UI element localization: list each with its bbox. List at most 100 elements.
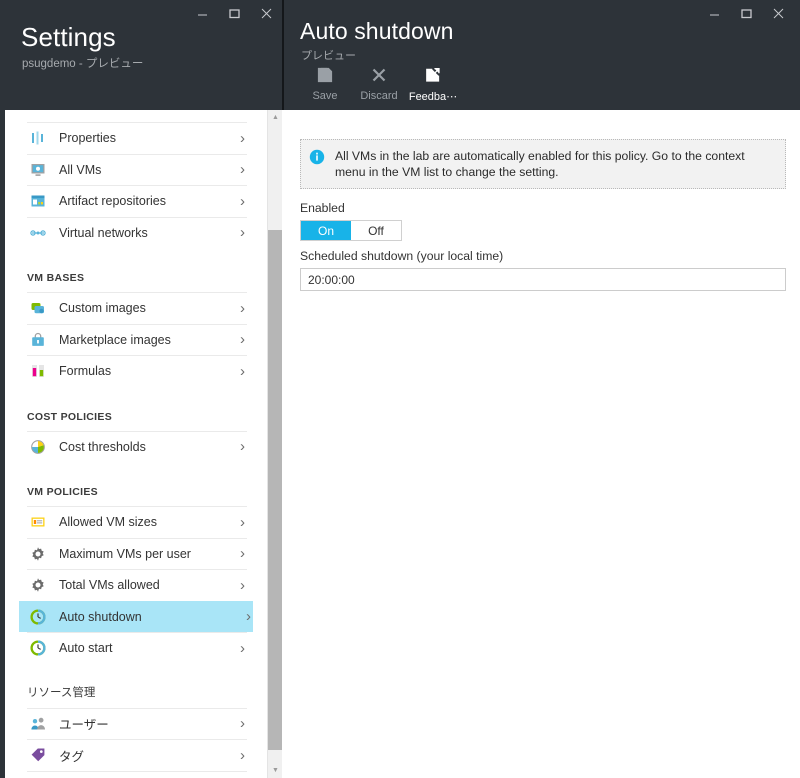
gear-icon <box>27 576 49 594</box>
sidebar-item-label: ユーザー <box>59 718 109 733</box>
chevron-right-icon: › <box>240 513 245 531</box>
menu-section-header: VM BASES <box>27 272 85 284</box>
maximize-button[interactable] <box>218 0 250 26</box>
minimize-button[interactable] <box>186 0 218 26</box>
chevron-right-icon: › <box>240 438 245 456</box>
chevron-right-icon: › <box>240 576 245 594</box>
maximize-icon <box>740 8 752 18</box>
chevron-right-icon: › <box>246 608 251 626</box>
enabled-label: Enabled <box>300 201 345 215</box>
toggle-option-off[interactable]: Off <box>351 221 401 240</box>
sidebar-item-maximum-vms-per-user[interactable]: Maximum VMs per user › <box>27 537 247 570</box>
blade-divider <box>282 0 284 110</box>
minimize-button-right[interactable] <box>698 0 730 26</box>
feedback-button[interactable]: Feedba⋯ <box>406 62 460 103</box>
sidebar-item-label: Auto start <box>59 641 113 656</box>
menu-section-header: VM POLICIES <box>27 486 98 498</box>
settings-window-controls <box>186 0 282 26</box>
marketplace-icon <box>27 331 49 349</box>
close-button-right[interactable] <box>762 0 794 26</box>
close-icon <box>261 8 271 18</box>
menu-section-header: リソース管理 <box>27 686 96 699</box>
discard-button[interactable]: Discard <box>352 62 406 103</box>
chevron-right-icon: › <box>240 299 245 317</box>
custom-images-icon <box>27 299 49 317</box>
minimize-icon <box>709 14 719 15</box>
sidebar-item-total-vms-allowed[interactable]: Total VMs allowed › <box>27 569 247 601</box>
cost-threshold-icon <box>27 438 49 456</box>
chevron-right-icon: › <box>240 224 245 242</box>
scroll-up-icon[interactable]: ▲ <box>268 110 283 125</box>
formulas-icon <box>27 362 49 380</box>
scrollbar-thumb[interactable] <box>268 230 283 750</box>
sidebar-item-auto-start[interactable]: Auto start › <box>27 632 247 664</box>
enabled-toggle[interactable]: On Off <box>300 220 402 241</box>
virtual-network-icon <box>27 224 49 242</box>
users-icon <box>27 715 49 733</box>
discard-icon <box>371 64 387 86</box>
settings-subtitle: psugdemo - プレビュー <box>22 58 144 70</box>
chevron-right-icon: › <box>240 746 245 764</box>
app-window: Settings psugdemo - プレビュー Auto shutdown … <box>0 0 800 778</box>
sidebar-item-cost-thresholds[interactable]: Cost thresholds › <box>27 430 247 463</box>
close-button[interactable] <box>250 0 282 26</box>
feedback-icon <box>425 64 441 86</box>
save-label: Save <box>312 90 338 102</box>
sidebar-item-label: タグ <box>59 749 85 764</box>
allowed-vm-sizes-icon <box>27 513 49 531</box>
info-banner-text: All VMs in the lab are automatically ena… <box>335 149 745 179</box>
chevron-right-icon: › <box>240 362 245 380</box>
chevron-right-icon: › <box>240 639 245 657</box>
sidebar-item-label: Auto shutdown <box>59 609 142 624</box>
scroll-down-icon[interactable]: ▼ <box>268 763 283 778</box>
command-toolbar: Save Discard Feedba⋯ <box>298 62 460 103</box>
toggle-option-on[interactable]: On <box>301 221 351 240</box>
maximize-button-right[interactable] <box>730 0 762 26</box>
settings-title: Settings <box>21 22 116 52</box>
menu-end-rule <box>27 770 247 772</box>
feedback-label: Feedba⋯ <box>408 91 458 103</box>
chevron-right-icon: › <box>240 331 245 349</box>
chevron-right-icon: › <box>240 161 245 179</box>
settings-menu-list[interactable]: Properties › All VMs › Artifact repositories… <box>5 110 267 778</box>
scheduled-shutdown-input[interactable] <box>300 268 786 291</box>
sidebar-item-label: Marketplace images <box>59 332 171 347</box>
gear-icon <box>27 545 49 563</box>
sidebar-item-[interactable]: ユーザー › <box>27 707 247 740</box>
sidebar-item-allowed-vm-sizes[interactable]: Allowed VM sizes › <box>27 506 247 538</box>
discard-label: Discard <box>360 90 398 102</box>
sidebar-item-label: All VMs <box>59 162 102 177</box>
sidebar-item-label: Maximum VMs per user <box>59 546 191 561</box>
minimize-icon <box>197 14 207 15</box>
sidebar-item-all-vms[interactable]: All VMs › <box>27 153 247 186</box>
sidebar-item-label: Formulas <box>59 364 112 379</box>
save-button[interactable]: Save <box>298 62 352 103</box>
clock-icon <box>27 639 49 657</box>
monitor-icon <box>27 161 49 179</box>
info-banner: All VMs in the lab are automatically ena… <box>300 139 786 189</box>
sidebar-item-label: Artifact repositories <box>59 194 166 209</box>
sidebar-item-artifact-repositories[interactable]: Artifact repositories › <box>27 185 247 217</box>
page-title: Auto shutdown <box>300 18 454 44</box>
tag-icon <box>27 746 49 764</box>
save-icon <box>317 64 333 86</box>
sidebar-item-virtual-networks[interactable]: Virtual networks › <box>27 216 247 249</box>
sidebar-item-label: Properties <box>59 131 116 146</box>
sidebar-item-label: Allowed VM sizes <box>59 515 157 530</box>
sidebar-item-marketplace-images[interactable]: Marketplace images › <box>27 323 247 356</box>
sidebar-item-custom-images[interactable]: Custom images › <box>27 292 247 324</box>
page-subtitle: プレビュー <box>301 50 356 62</box>
chevron-right-icon: › <box>240 192 245 210</box>
sidebar-item-properties[interactable]: Properties › <box>27 122 247 154</box>
clock-icon <box>27 608 49 626</box>
sidebar-item-formulas[interactable]: Formulas › <box>27 355 247 387</box>
sidebar-item-auto-shutdown[interactable]: Auto shutdown › <box>19 600 253 632</box>
settings-menu-scrollbar[interactable]: ▲ ▼ <box>267 110 283 778</box>
menu-section-header: COST POLICIES <box>27 410 112 423</box>
sidebar-item-[interactable]: タグ › <box>27 739 247 771</box>
chevron-right-icon: › <box>240 129 245 147</box>
sidebar-item-label: Custom images <box>59 301 146 316</box>
artifact-repositories-icon <box>27 192 49 210</box>
scheduled-shutdown-label: Scheduled shutdown (your local time) <box>300 249 504 263</box>
sidebar-item-label: Virtual networks <box>59 225 148 240</box>
